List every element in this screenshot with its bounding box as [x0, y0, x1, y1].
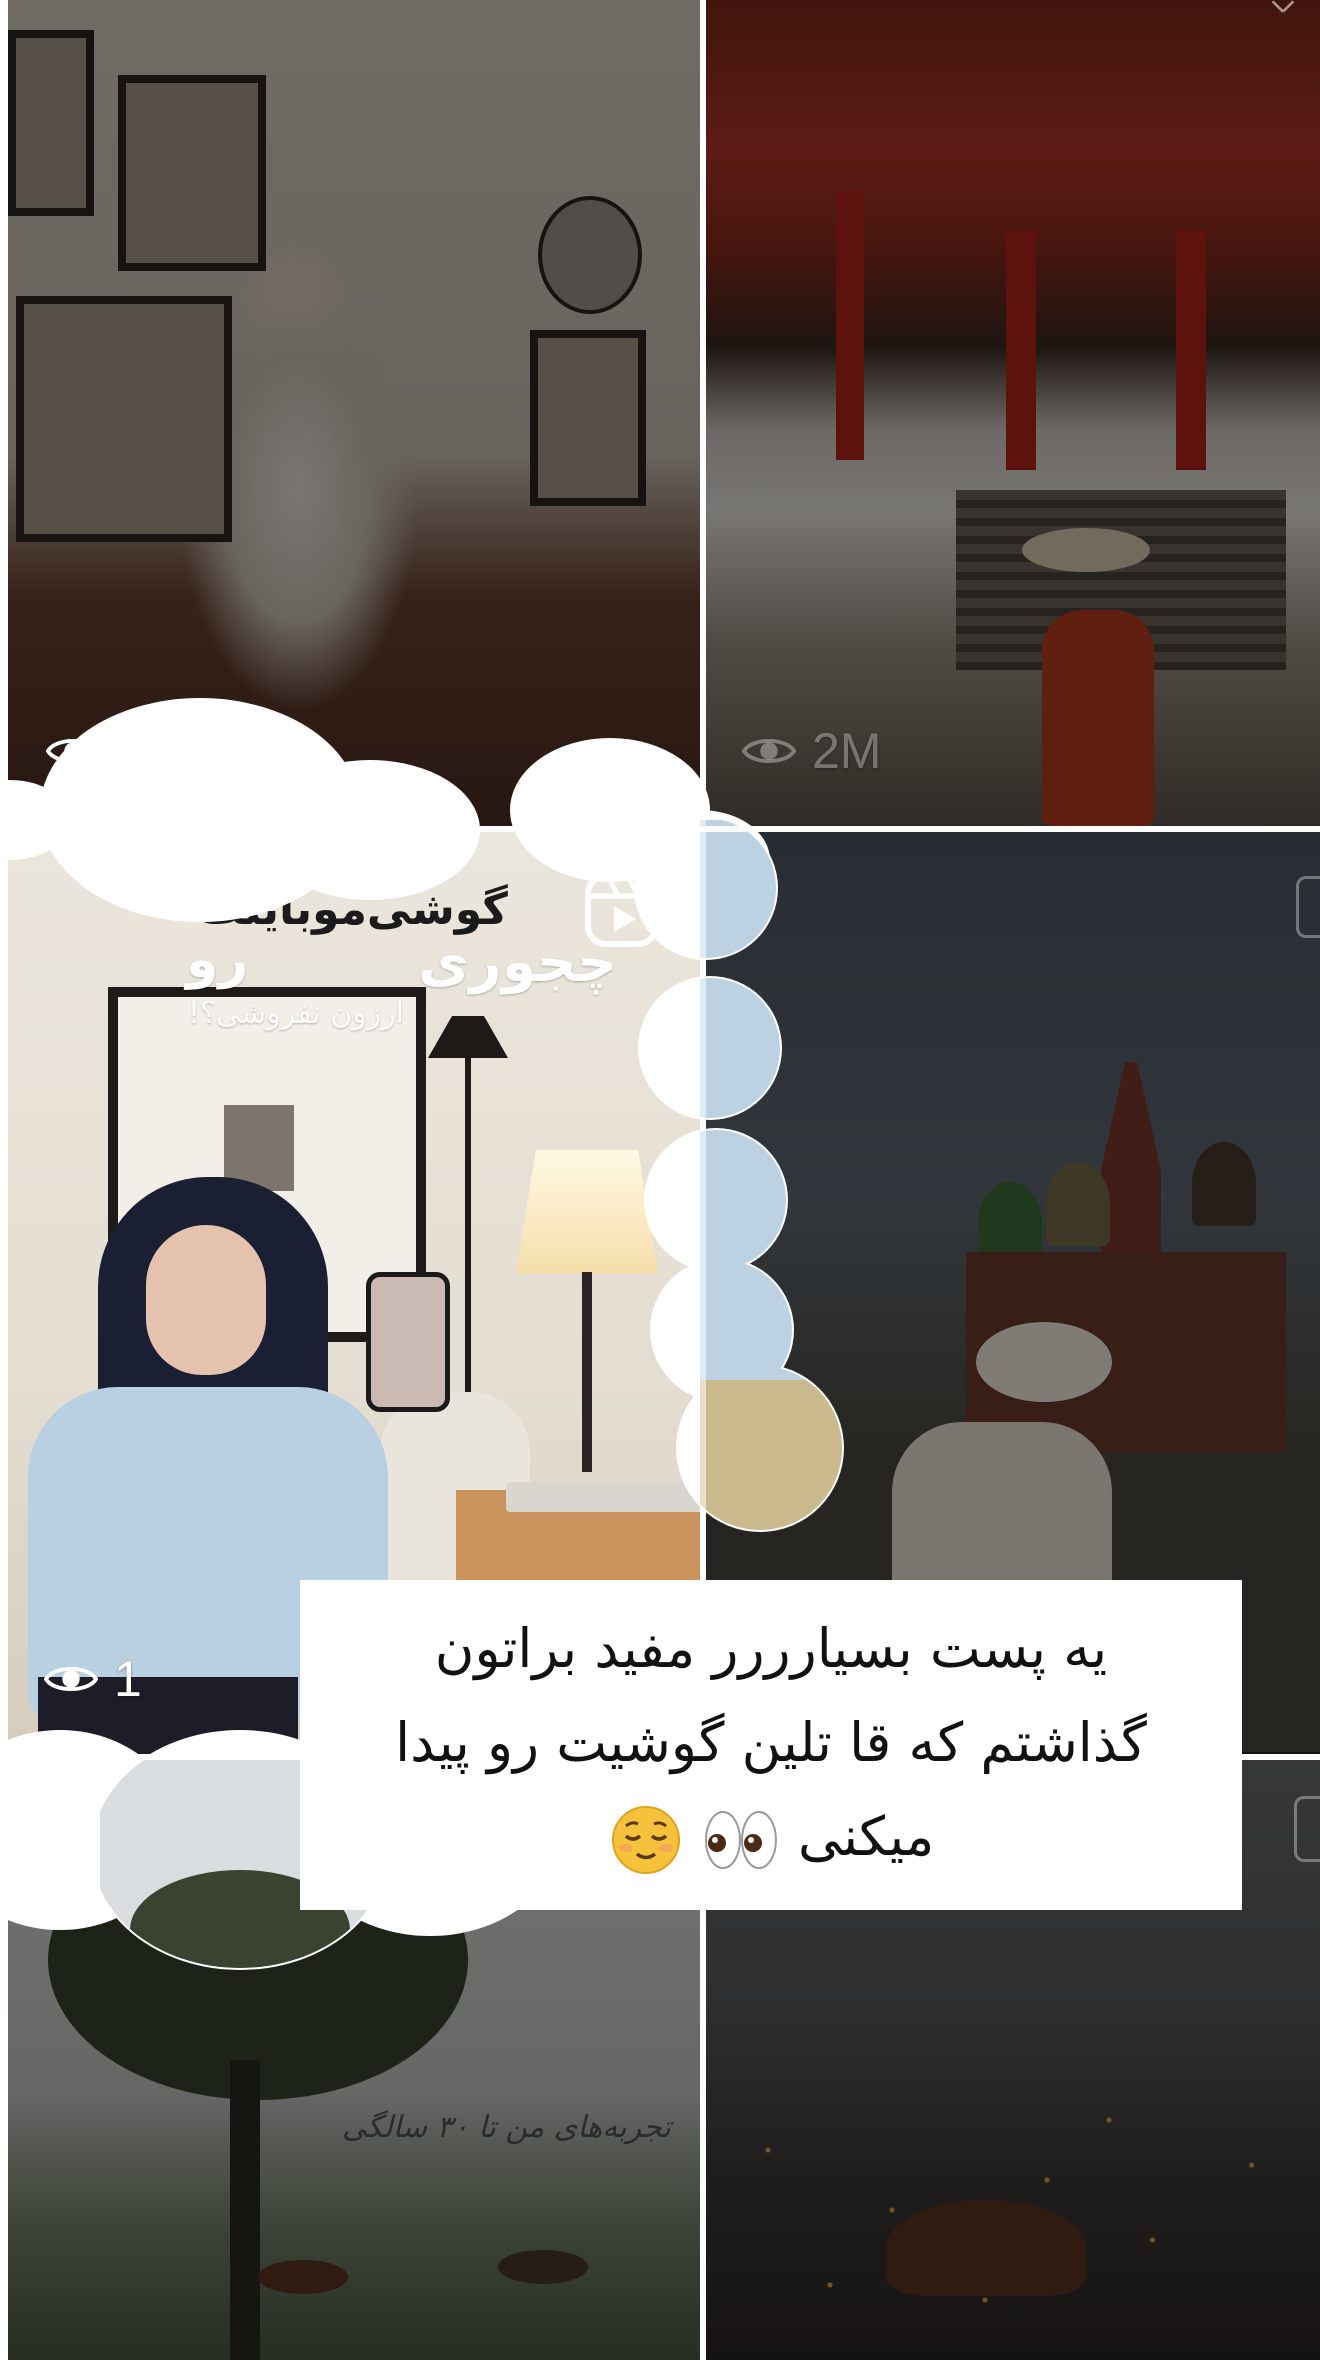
relieved-face-emoji	[611, 1806, 680, 1875]
laptop	[506, 1482, 700, 1512]
view-count-label: 1	[114, 1651, 142, 1707]
poster-title-line1: گوشی‌موبایلت	[198, 884, 508, 935]
reel-icon	[585, 873, 659, 947]
tile-5-caption: تجربه‌های من تا ۳۰ سالگی	[342, 2110, 671, 2145]
table-lamp-shade	[516, 1150, 658, 1274]
view-count-label: 2.7M	[116, 723, 228, 779]
tile-2-view-count: 2M	[742, 722, 881, 780]
eye-icon	[46, 739, 100, 763]
view-count-label: 2M	[812, 723, 882, 779]
reel-icon	[1294, 1796, 1320, 1862]
grid-tile-2[interactable]: 2M	[706, 0, 1320, 826]
tile-2-dim	[706, 0, 1320, 826]
floor-lamp	[428, 1016, 508, 1058]
caption-line-3-row: میکنی	[326, 1790, 1216, 1884]
reel-icon	[1271, 0, 1295, 13]
eye-icon	[742, 739, 796, 763]
poster-title-line2b: رو	[186, 930, 249, 990]
caption-line-3: میکنی	[797, 1805, 935, 1868]
tile-3-view-count: 1	[44, 1650, 142, 1708]
eye-icon	[44, 1667, 98, 1691]
grid-tile-1[interactable]: 2.7M	[8, 0, 700, 826]
tile-1-view-count: 2.7M	[46, 722, 227, 780]
carousel-icon	[1296, 876, 1320, 938]
table-lamp-base	[582, 1272, 592, 1472]
caption-sticker[interactable]: یه پست بسیارررر مفید براتون گذاشتم که قا…	[300, 1580, 1242, 1910]
caption-line-2: گذاشتم که قا تلین گوشیت رو پیدا	[395, 1711, 1147, 1774]
caption-line-1: یه پست بسیارررر مفید براتون	[434, 1617, 1108, 1680]
poster-title-line3: ارزون نفروشی؟!	[188, 996, 405, 1031]
tile-1-dim	[8, 0, 700, 826]
phone	[366, 1272, 450, 1412]
eyes-emoji	[704, 1811, 777, 1870]
